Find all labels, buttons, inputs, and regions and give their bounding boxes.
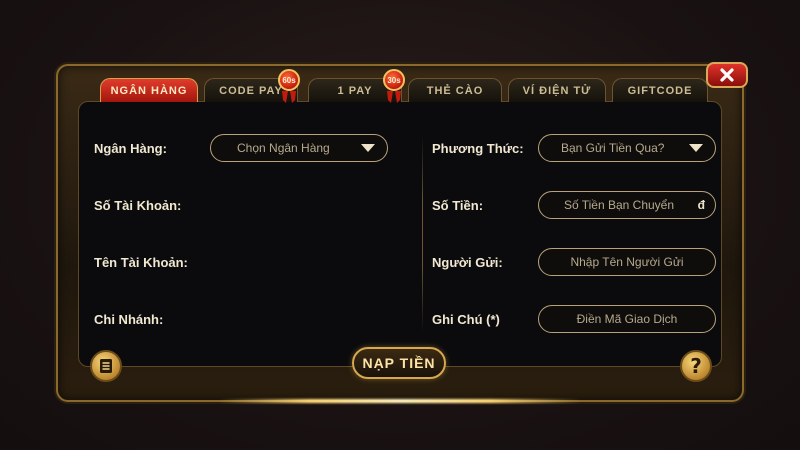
help-icon: ? (690, 354, 702, 378)
badge-text: 30s (387, 75, 401, 85)
tab-ngan-hang[interactable]: NGÂN HÀNG (100, 78, 198, 102)
account-number-label: Số Tài Khoản: (94, 198, 182, 213)
note-placeholder: Điền Mã Giao Dịch (576, 312, 678, 326)
deposit-submit-button[interactable]: NẠP TIỀN (352, 347, 446, 379)
submit-label: NẠP TIỀN (362, 355, 436, 371)
method-select[interactable]: Bạn Gửi Tiền Qua? (538, 134, 716, 162)
sender-label: Người Gửi: (432, 255, 503, 270)
method-select-value: Bạn Gửi Tiền Qua? (561, 141, 665, 155)
note-label: Ghi Chú (*) (432, 312, 500, 327)
method-label: Phương Thức: (432, 141, 524, 156)
timer-badge-30s: 30s (383, 69, 405, 91)
branch-label: Chi Nhánh: (94, 312, 164, 327)
history-button[interactable] (90, 350, 122, 382)
help-button[interactable]: ? (680, 350, 712, 382)
account-name-label: Tên Tài Khoản: (94, 255, 188, 270)
note-input[interactable]: Điền Mã Giao Dịch (538, 305, 716, 333)
timer-badge-60s: 60s (278, 69, 300, 91)
tab-giftcode[interactable]: GIFTCODE (612, 78, 708, 102)
column-divider (422, 136, 423, 332)
badge-text: 60s (282, 75, 296, 85)
close-icon (720, 68, 734, 82)
bank-select-value: Chọn Ngân Hàng (237, 141, 330, 155)
tab-label: VÍ ĐIỆN TỬ (522, 84, 592, 97)
amount-label: Số Tiền: (432, 198, 484, 213)
tab-label: THẺ CÀO (426, 84, 484, 97)
tab-label: 1 PAY (337, 84, 373, 97)
tab-vi-dien-tu[interactable]: VÍ ĐIỆN TỬ (508, 78, 606, 102)
close-button[interactable] (706, 62, 748, 88)
tab-label: CODE PAY (219, 84, 283, 97)
chevron-down-icon (689, 144, 703, 152)
document-icon (100, 359, 112, 373)
tab-label: GIFTCODE (627, 84, 693, 97)
ribbon-icon (282, 91, 296, 103)
ribbon-icon (387, 91, 401, 103)
tab-the-cao[interactable]: THẺ CÀO (408, 78, 502, 102)
amount-placeholder: Số Tiền Bạn Chuyển (563, 198, 675, 212)
sender-placeholder: Nhập Tên Người Gửi (570, 255, 684, 269)
bank-label: Ngân Hàng: (94, 141, 167, 156)
sender-input[interactable]: Nhập Tên Người Gửi (538, 248, 716, 276)
currency-symbol: đ (697, 198, 705, 212)
bank-select[interactable]: Chọn Ngân Hàng (210, 134, 388, 162)
amount-input[interactable]: Số Tiền Bạn Chuyển đ (538, 191, 716, 219)
tab-label: NGÂN HÀNG (110, 84, 188, 97)
chevron-down-icon (361, 144, 375, 152)
